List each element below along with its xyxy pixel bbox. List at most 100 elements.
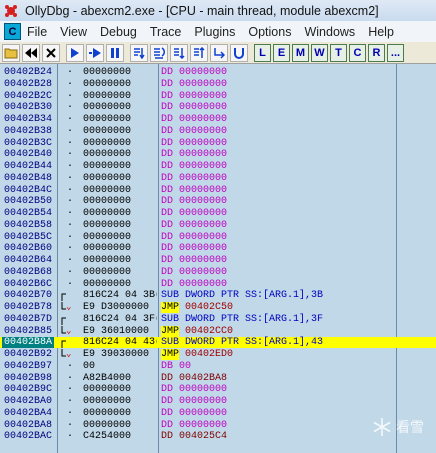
code-row[interactable]: 00402B92 ⌄ E9 39030000 JMP 00402ED0 — [0, 349, 436, 360]
code-row[interactable]: 00402B28 · 00000000 DD 00000000 — [0, 79, 436, 90]
code-row[interactable]: 00402B30 · 00000000 DD 00000000 — [0, 102, 436, 113]
hex-dump-cell: 00000000 — [83, 102, 132, 114]
references-window-button[interactable]: R — [368, 43, 385, 62]
trace-into-button[interactable] — [170, 43, 188, 62]
jump-bracket-icon — [61, 293, 66, 302]
code-row[interactable]: 00402B38 · 00000000 DD 00000000 — [0, 126, 436, 137]
cpu-window-icon[interactable]: C — [4, 23, 21, 40]
address-cell: 00402B34 — [4, 114, 53, 125]
execute-till-user-button[interactable] — [230, 43, 248, 62]
code-row[interactable]: 00402B78 ⌄ E9 D3000000 JMP 00402C50 — [0, 302, 436, 313]
disassembly-cell: DD 00000000 — [161, 208, 228, 219]
selected-code-row[interactable]: 00402B8A 816C24 04 43(SUB DWORD PTR SS:[A… — [0, 337, 436, 349]
address-cell: 00402BA8 — [4, 419, 53, 431]
step-over-icon — [154, 46, 165, 59]
code-row[interactable]: 00402B44 · 00000000 DD 00000000 — [0, 161, 436, 172]
address-cell: 00402BA0 — [4, 396, 53, 407]
pause-button[interactable] — [106, 43, 124, 62]
code-row[interactable]: 00402B5C · 00000000 DD 00000000 — [0, 232, 436, 243]
hex-dump-cell: E9 36010000 — [83, 325, 150, 337]
code-row[interactable]: 00402B9C · 00000000 DD 00000000 — [0, 384, 436, 395]
code-row[interactable]: 00402B58 · 00000000 DD 00000000 — [0, 220, 436, 231]
code-row[interactable]: 00402B60 · 00000000 DD 00000000 — [0, 243, 436, 254]
address-cell: 00402B6C — [4, 278, 53, 290]
code-row[interactable]: 00402BA0 · 00000000 DD 00000000 — [0, 396, 436, 407]
code-row[interactable]: 00402B97 · 00 DB 00 — [0, 361, 436, 372]
close-program-button[interactable] — [42, 43, 60, 62]
disassembly-pane[interactable]: 00402B24 · 00000000 DD 00000000 00402B28 · 000… — [0, 64, 436, 453]
run-button[interactable] — [66, 43, 84, 62]
code-row[interactable]: 00402B2C · 00000000 DD 00000000 — [0, 91, 436, 102]
code-row[interactable]: 00402BA8 · 00000000 DD 00000000 — [0, 420, 436, 431]
menu-debug[interactable]: Debug — [100, 25, 137, 39]
close-icon — [46, 47, 56, 58]
toolbar: L E M W T C R ... — [0, 42, 436, 64]
code-row[interactable]: 00402B64 · 00000000 DD 00000000 — [0, 255, 436, 266]
play-icon — [71, 47, 79, 58]
menu-file[interactable]: File — [27, 25, 47, 39]
code-row[interactable]: 00402B70 816C24 04 3B(SUB DWORD PTR SS:[A… — [0, 290, 436, 302]
hex-dump-cell: 00000000 — [83, 78, 132, 90]
snowflake-icon — [373, 418, 391, 436]
cpu-window-button[interactable]: C — [349, 43, 366, 62]
step-into-button[interactable] — [130, 43, 148, 62]
jump-arrow-icon: ⌄ — [66, 349, 72, 359]
menu-windows[interactable]: Windows — [304, 25, 355, 39]
play-thread-icon — [89, 47, 101, 58]
restart-button[interactable] — [22, 43, 40, 62]
code-row[interactable]: 00402BA4 · 00000000 DD 00000000 — [0, 408, 436, 419]
code-row[interactable]: 00402B98 · A82B4000 DD 00402BA8 — [0, 373, 436, 384]
code-row[interactable]: 00402B54 · 00000000 DD 00000000 — [0, 208, 436, 219]
disassembly-cell: DD 00000000 — [161, 419, 228, 431]
row-marker: · — [67, 384, 74, 396]
run-thread-button[interactable] — [86, 43, 104, 62]
hex-dump-cell: 00000000 — [83, 266, 132, 278]
disassembly-cell: DD 00000000 — [161, 407, 228, 419]
disassembly-cell: JMP 00402C50 — [161, 302, 234, 313]
modules-window-button[interactable]: E — [273, 43, 290, 62]
execute-till-return-button[interactable] — [210, 43, 228, 62]
memory-window-button[interactable]: M — [292, 43, 309, 62]
code-row[interactable]: 00402B34 · 00000000 DD 00000000 — [0, 114, 436, 125]
code-row[interactable]: 00402B50 · 00000000 DD 00000000 — [0, 196, 436, 207]
address-cell: 00402B40 — [4, 149, 53, 161]
code-row[interactable]: 00402B3C · 00000000 DD 00000000 — [0, 138, 436, 149]
code-row[interactable]: 00402B48 · 00000000 DD 00000000 — [0, 173, 436, 184]
menu-bar: C File View Debug Trace Plugins Options … — [0, 21, 436, 43]
menu-trace[interactable]: Trace — [150, 25, 182, 39]
code-row[interactable]: 00402B4C · 00000000 DD 00000000 — [0, 185, 436, 196]
address-cell: 00402B4C — [4, 184, 53, 196]
code-row[interactable]: 00402B40 · 00000000 DD 00000000 — [0, 149, 436, 160]
menu-view[interactable]: View — [60, 25, 87, 39]
windows-window-button[interactable]: W — [311, 43, 328, 62]
hex-dump-cell: 00000000 — [83, 196, 132, 208]
disassembly-cell: DD 00000000 — [161, 184, 228, 196]
log-window-button[interactable]: L — [254, 43, 271, 62]
row-marker: · — [67, 114, 74, 125]
menu-options[interactable]: Options — [248, 25, 291, 39]
jmp-keyword: JMP — [161, 302, 180, 313]
menu-help[interactable]: Help — [368, 25, 394, 39]
watermark-text: 看雪 — [396, 420, 424, 436]
code-row[interactable]: 00402B68 · 00000000 DD 00000000 — [0, 267, 436, 278]
disassembly-cell: DD 00000000 — [161, 172, 228, 184]
more-windows-button[interactable]: ... — [387, 43, 404, 62]
code-row[interactable]: 00402B85 ⌄ E9 36010000 JMP 00402CC0 — [0, 325, 436, 337]
disassembly-cell: DD 00000000 — [161, 67, 228, 78]
open-folder-button[interactable] — [2, 43, 20, 62]
code-row[interactable]: 00402B24 · 00000000 DD 00000000 — [0, 67, 436, 78]
hex-dump-cell: 00000000 — [83, 231, 132, 243]
address-cell: 00402B48 — [4, 172, 53, 184]
step-over-button[interactable] — [150, 43, 168, 62]
code-row[interactable]: 00402BAC · C4254000 DD 004025C4 — [0, 431, 436, 442]
code-row[interactable]: 00402B7D 816C24 04 3F(SUB DWORD PTR SS:[A… — [0, 314, 436, 325]
rewind-icon — [25, 47, 37, 58]
code-row[interactable]: 00402B6C · 00000000 DD 00000000 — [0, 279, 436, 290]
threads-window-button[interactable]: T — [330, 43, 347, 62]
jmp-keyword: JMP — [161, 349, 180, 360]
address-cell: 00402B9C — [4, 384, 53, 396]
address-cell: 00402B50 — [4, 196, 53, 208]
menu-plugins[interactable]: Plugins — [194, 25, 235, 39]
hex-dump-cell: 816C24 04 3F( — [83, 313, 157, 325]
trace-over-button[interactable] — [190, 43, 208, 62]
